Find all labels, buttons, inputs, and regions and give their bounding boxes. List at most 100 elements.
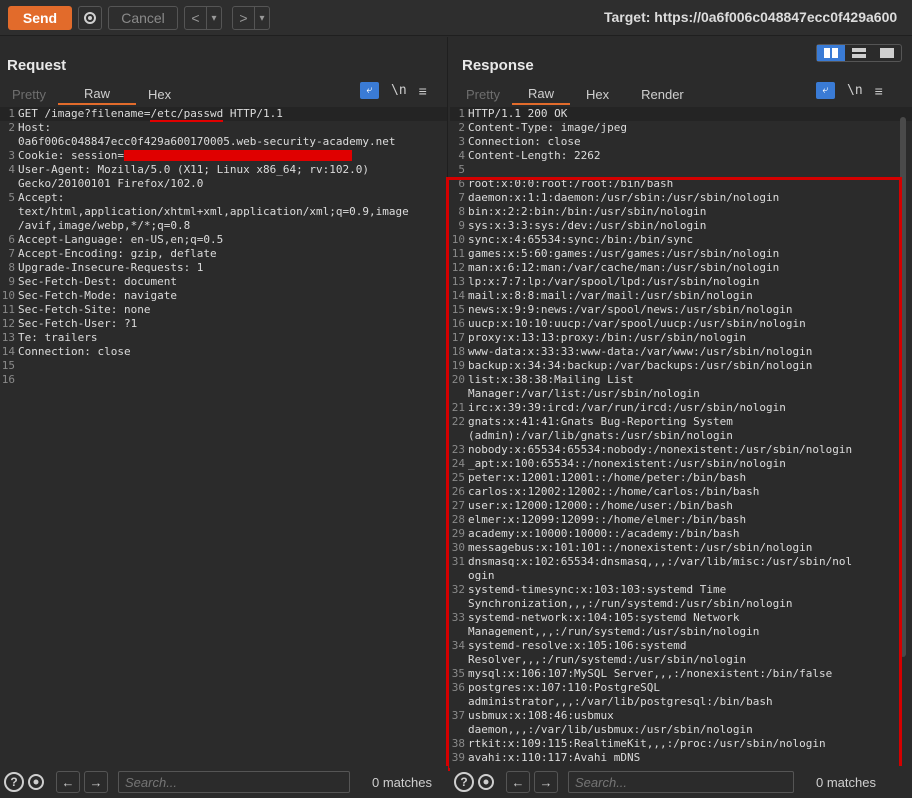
search-input[interactable] [118, 771, 350, 793]
line-text: Sec-Fetch-Dest: document [18, 275, 177, 288]
newline-icon[interactable]: \n [391, 83, 407, 98]
editor-line: 12 Sec-Fetch-User: ?1 [0, 317, 447, 331]
line-number: 12 [1, 317, 15, 330]
line-text: gnats:x:41:41:Gnats Bug-Reporting System [468, 415, 733, 428]
line-number: 2 [458, 121, 465, 134]
response-search-bar: ? ← → 0 matches [450, 766, 912, 798]
tab-hex[interactable]: Hex [136, 83, 183, 105]
tab-render[interactable]: Render [625, 83, 700, 105]
newline-icon[interactable]: \n [847, 83, 863, 98]
line-text: lp:x:7:7:lp:/var/spool/lpd:/usr/sbin/nol… [468, 275, 760, 288]
line-text: rtkit:x:109:115:RealtimeKit,,,:/proc:/us… [468, 737, 826, 750]
editor-line: 32 systemd-timesync:x:103:103:systemd Tim… [450, 583, 912, 597]
line-text: man:x:6:12:man:/var/cache/man:/usr/sbin/… [468, 261, 780, 274]
editor-line: daemon,,,:/var/lib/usbmux:/usr/sbin/nolo… [450, 723, 912, 737]
tab-raw[interactable]: Raw [511, 83, 570, 105]
menu-icon[interactable]: ≡ [419, 83, 427, 99]
layout-toggle[interactable] [816, 44, 902, 62]
editor-line: 7 Accept-Encoding: gzip, deflate [0, 247, 447, 261]
arrow-left-icon[interactable]: ← [56, 771, 80, 793]
line-number [450, 429, 468, 443]
line-text: academy:x:10000:10000::/academy:/bin/bas… [468, 527, 740, 540]
line-text: daemon,,,:/var/lib/usbmux:/usr/sbin/nolo… [468, 723, 753, 736]
editor-line: 36 postgres:x:107:110:PostgreSQL [450, 681, 912, 695]
editor-line: (admin):/var/lib/gnats:/usr/sbin/nologin [450, 429, 912, 443]
back-dropdown[interactable]: ▾ [207, 7, 221, 29]
line-number [450, 597, 468, 611]
line-text: Accept: [18, 191, 65, 204]
editor-line: 34 systemd-resolve:x:105:106:systemd [450, 639, 912, 653]
line-number: 2 [8, 121, 15, 134]
line-text: irc:x:39:39:ircd:/var/run/ircd:/usr/sbin… [468, 401, 786, 414]
send-button[interactable]: Send [8, 6, 72, 30]
line-number: 12 [451, 261, 465, 274]
forward-button[interactable]: > [233, 7, 255, 29]
line-number [0, 135, 18, 149]
response-tool-icons: ⤶ \n ≡ [816, 82, 883, 99]
tab-raw[interactable]: Raw [57, 83, 136, 105]
editor-line: Manager:/var/list:/usr/sbin/nologin [450, 387, 912, 401]
editor-line: 1 GET /image?filename=/etc/passwd HTTP/1.… [0, 107, 447, 122]
tab-hex[interactable]: Hex [570, 83, 625, 105]
back-button[interactable]: < [185, 7, 207, 29]
editor-line: 15 [0, 359, 447, 373]
back-nav-group: < ▾ [184, 6, 222, 30]
line-number: 16 [1, 373, 15, 386]
arrow-right-icon[interactable]: → [534, 771, 558, 793]
line-text: GET /image?filename=/etc/passwd HTTP/1.1 [18, 107, 283, 122]
editor-line: 1 HTTP/1.1 200 OK [450, 107, 912, 121]
editor-line: 30 messagebus:x:101:101::/nonexistent:/us… [450, 541, 912, 555]
editor-line: Synchronization,,,:/run/systemd:/usr/sbi… [450, 597, 912, 611]
line-number: 13 [451, 275, 465, 288]
stacked-view-icon[interactable] [845, 45, 873, 61]
line-text: postgres:x:107:110:PostgreSQL [468, 681, 661, 694]
line-text: proxy:x:13:13:proxy:/bin:/usr/sbin/nolog… [468, 331, 747, 344]
tab-pretty[interactable]: Pretty [454, 83, 512, 105]
line-number: 39 [451, 751, 465, 764]
line-number: 33 [451, 611, 465, 624]
editor-line: 31 dnsmasq:x:102:65534:dnsmasq,,,:/var/li… [450, 555, 912, 569]
wrap-icon[interactable]: ⤶ [360, 82, 379, 99]
line-number: 1 [8, 107, 15, 120]
forward-dropdown[interactable]: ▾ [255, 7, 269, 29]
search-input[interactable] [568, 771, 794, 793]
response-editor[interactable]: 1 HTTP/1.1 200 OK 2 Content-Type: image/jpe… [450, 107, 912, 764]
line-number: 36 [451, 681, 465, 694]
response-scrollbar[interactable] [900, 117, 906, 657]
line-number: 6 [8, 233, 15, 246]
editor-line: Management,,,:/run/systemd:/usr/sbin/nol… [450, 625, 912, 639]
line-text: systemd-timesync:x:103:103:systemd Time [468, 583, 727, 596]
gear-icon[interactable] [476, 772, 496, 792]
editor-line: 3 Cookie: session= [0, 149, 447, 163]
request-panel: Request Pretty Raw Hex ⤶ \n ≡ 1 GET /imag… [0, 37, 448, 764]
tab-pretty[interactable]: Pretty [0, 83, 58, 105]
help-icon[interactable]: ? [454, 772, 474, 792]
line-text: dnsmasq:x:102:65534:dnsmasq,,,:/var/lib/… [468, 555, 853, 568]
line-number: 8 [8, 261, 15, 274]
cancel-button[interactable]: Cancel [108, 6, 178, 30]
editor-line: 38 rtkit:x:109:115:RealtimeKit,,,:/proc:/… [450, 737, 912, 751]
arrow-right-icon[interactable]: → [84, 771, 108, 793]
editor-line: 21 irc:x:39:39:ircd:/var/run/ircd:/usr/sb… [450, 401, 912, 415]
help-icon[interactable]: ? [4, 772, 24, 792]
menu-icon[interactable]: ≡ [875, 83, 883, 99]
response-title: Response [462, 57, 534, 74]
line-number: 5 [458, 163, 465, 176]
editor-line: 33 systemd-network:x:104:105:systemd Netw… [450, 611, 912, 625]
line-number: 13 [1, 331, 15, 344]
line-text: mysql:x:106:107:MySQL Server,,,:/nonexis… [468, 667, 833, 680]
wrap-icon[interactable]: ⤶ [816, 82, 835, 99]
gear-icon[interactable] [26, 772, 46, 792]
line-number: 4 [458, 149, 465, 162]
editor-line: 4 User-Agent: Mozilla/5.0 (X11; Linux x86… [0, 163, 447, 177]
line-number [0, 177, 18, 191]
line-number: 7 [8, 247, 15, 260]
line-text: news:x:9:9:news:/var/spool/news:/usr/sbi… [468, 303, 793, 316]
gear-icon[interactable] [78, 6, 102, 30]
editor-line: 15 news:x:9:9:news:/var/spool/news:/usr/s… [450, 303, 912, 317]
arrow-left-icon[interactable]: ← [506, 771, 530, 793]
request-editor[interactable]: 1 GET /image?filename=/etc/passwd HTTP/1.… [0, 107, 447, 764]
line-number [450, 695, 468, 709]
split-view-icon[interactable] [817, 45, 845, 61]
single-view-icon[interactable] [873, 45, 901, 61]
